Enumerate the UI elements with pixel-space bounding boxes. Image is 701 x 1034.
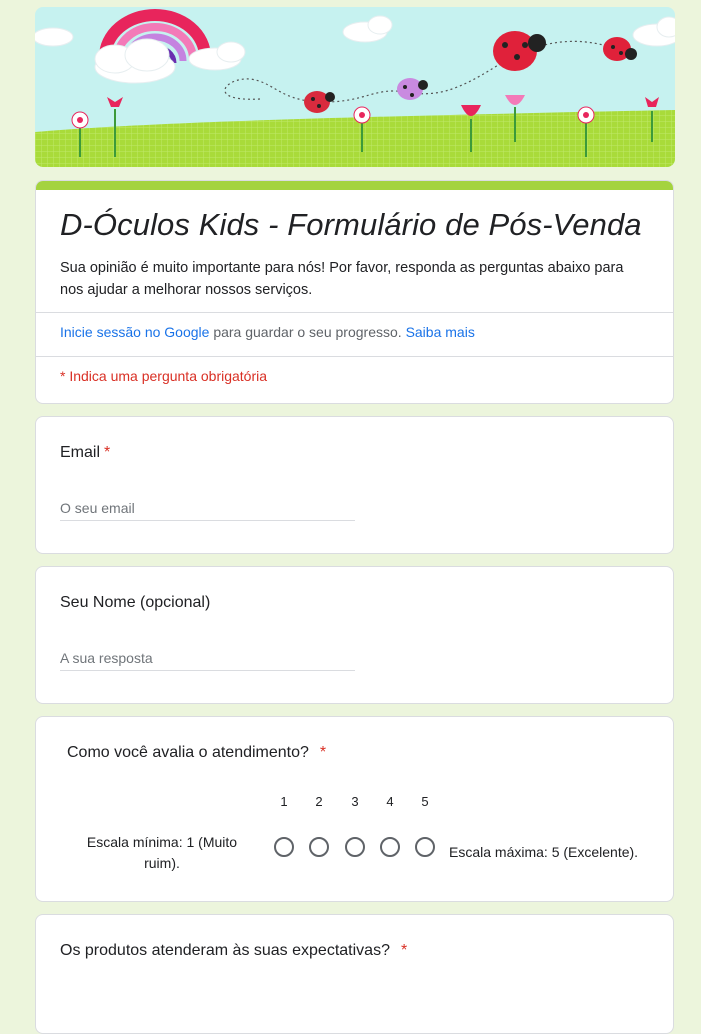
signin-link[interactable]: Inicie sessão no Google (60, 324, 209, 340)
name-field[interactable] (60, 646, 355, 671)
question-title: Como você avalia o atendimento? * (67, 744, 326, 762)
required-asterisk: * (104, 444, 111, 461)
scale-number-3: 3 (351, 794, 359, 809)
signin-text: para guardar o seu progresso. (209, 324, 406, 340)
question-title: Email * (60, 444, 110, 462)
form-header-card: D-Óculos Kids - Formulário de Pós-Venda … (35, 180, 674, 404)
question-label: Email (60, 444, 101, 461)
header-banner (35, 7, 675, 167)
scale-number-5: 5 (421, 794, 429, 809)
question-title: Os produtos atenderam às suas expectativ… (60, 942, 407, 960)
rating-radio-3[interactable] (345, 837, 365, 857)
question-service-card: Como você avalia o atendimento? * Escala … (35, 716, 674, 902)
scale-number-4: 4 (386, 794, 394, 809)
signin-notice: Inicie sessão no Google para guardar o s… (60, 324, 475, 340)
divider (36, 356, 673, 357)
form-description: Sua opinião é muito importante para nós!… (60, 260, 624, 298)
question-products-card: Os produtos atenderam às suas expectativ… (35, 914, 674, 1034)
divider (36, 312, 673, 313)
form-title: D-Óculos Kids - Formulário de Pós-Venda (60, 207, 642, 242)
rating-radio-1[interactable] (274, 837, 294, 857)
question-label: Os produtos atenderam às suas expectativ… (60, 942, 390, 959)
question-title: Seu Nome (opcional) (60, 594, 211, 611)
required-asterisk: * (400, 942, 408, 959)
scale-number-2: 2 (315, 794, 323, 809)
rating-radio-4[interactable] (380, 837, 400, 857)
learn-more-link[interactable]: Saiba mais (406, 324, 475, 340)
scale-min-label: Escala mínima: 1 (Muito ruim). (86, 834, 238, 871)
scale-number-1: 1 (280, 794, 288, 809)
ladybug-banner-image (35, 7, 675, 167)
email-field[interactable] (60, 496, 355, 521)
rating-radio-5[interactable] (415, 837, 435, 857)
scale-max-label: Escala máxima: 5 (Excelente). (449, 844, 639, 860)
question-label: Como você avalia o atendimento? (67, 744, 309, 761)
question-name-card: Seu Nome (opcional) (35, 566, 674, 704)
accent-bar (36, 181, 673, 190)
question-email-card: Email * (35, 416, 674, 554)
rating-radio-2[interactable] (309, 837, 329, 857)
required-note: * Indica uma pergunta obrigatória (60, 368, 268, 384)
required-asterisk: * (319, 744, 327, 761)
